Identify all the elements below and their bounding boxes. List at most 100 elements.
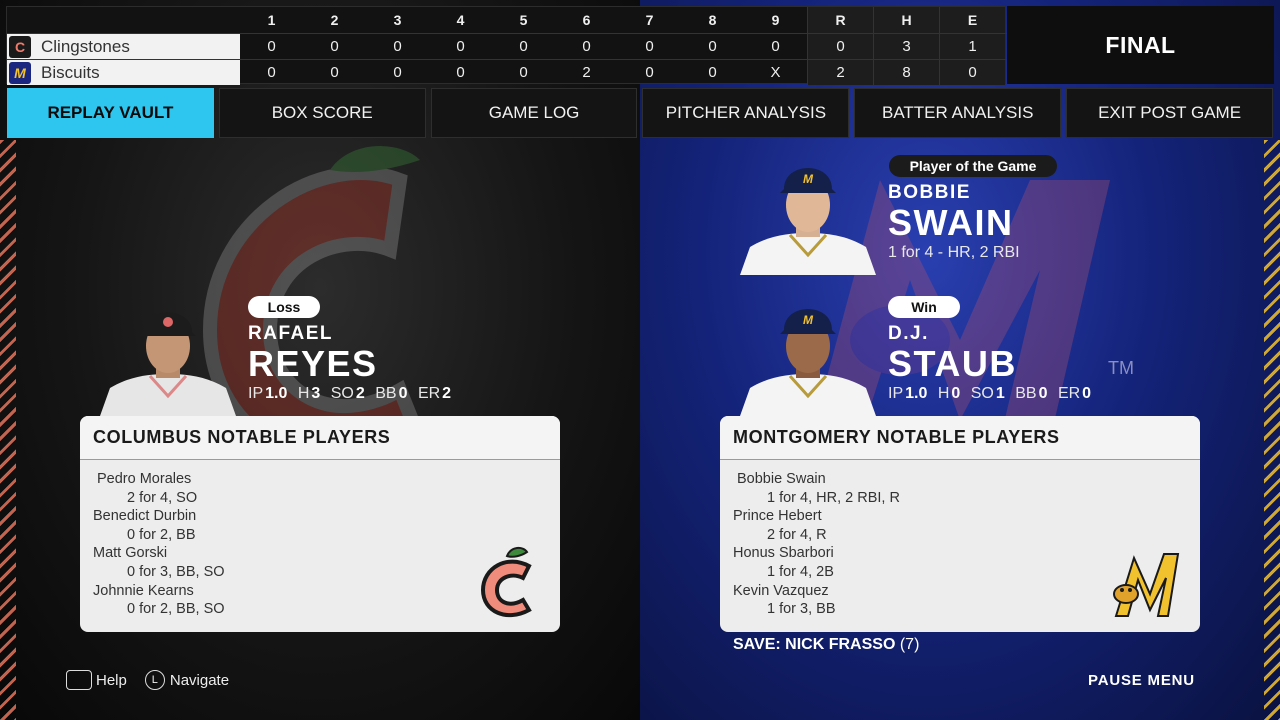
navigate-hint[interactable]: Navigate: [170, 672, 229, 689]
clingstones-logo-icon: C: [9, 35, 31, 58]
inning-score: 0: [771, 38, 780, 55]
stat-value: 3: [311, 385, 321, 402]
errors-header: E: [939, 7, 1005, 33]
losing-pitcher-stats: IP 1.0 H3 SO 2 BB 0 ER 2: [248, 385, 457, 403]
svg-text:M: M: [803, 313, 814, 327]
player-name: Pedro Morales: [97, 471, 192, 487]
tab-game-log[interactable]: GAME LOG: [430, 88, 638, 138]
losing-pitcher-first-name: RAFAEL: [248, 323, 333, 344]
losing-pitcher-last-name: REYES: [248, 343, 378, 384]
post-game-tabs: REPLAY VAULT BOX SCORE GAME LOG PITCHER …: [7, 88, 1273, 138]
biscuits-m-logo: [1113, 553, 1180, 617]
stat-value: 2: [442, 385, 452, 402]
inning-score: 0: [645, 38, 654, 55]
tab-replay-vault[interactable]: REPLAY VAULT: [7, 88, 214, 138]
biscuits-logo-icon: M: [9, 61, 31, 84]
svg-text:M: M: [803, 172, 814, 186]
stat-label: BB: [1015, 385, 1037, 402]
stat-value: 0: [951, 385, 961, 402]
runs-total: 2: [807, 60, 873, 85]
hits-total: 8: [873, 60, 939, 85]
save-label: SAVE: NICK FRASSO: [733, 636, 896, 653]
inning-header: 9: [771, 12, 780, 28]
errors-total: 0: [939, 60, 1005, 85]
stat-label: IP: [888, 385, 904, 402]
stat-label: IP: [248, 385, 264, 402]
stat-label: ER: [1057, 385, 1081, 402]
stat-label: H: [937, 385, 950, 402]
clingstones-peach-logo: [480, 546, 532, 618]
runs-total: 0: [807, 34, 873, 59]
help-hint[interactable]: Help: [96, 672, 127, 689]
inning-score: 0: [393, 38, 402, 55]
right-stripe-decoration: [1264, 140, 1280, 720]
inning-score: 0: [456, 64, 465, 81]
inning-score: 0: [330, 64, 339, 81]
inning-score: 0: [330, 38, 339, 55]
linescore-table: 1 2 3 4 5 6 7 8 9 R H E C Clingstones 0 …: [6, 6, 1007, 85]
inning-score: 0: [645, 64, 654, 81]
inning-header: 6: [582, 12, 591, 28]
player-name: Benedict Durbin: [93, 508, 197, 525]
inning-score: 0: [582, 38, 591, 55]
stat-label: SO: [330, 385, 354, 402]
errors-total: 1: [939, 34, 1005, 59]
trademark-mark: TM: [1108, 358, 1134, 378]
away-team-row: C Clingstones 0 0 0 0 0 0 0 0 0 0 3 1: [7, 33, 1007, 59]
potg-last-name: SWAIN: [888, 202, 1014, 243]
tab-batter-analysis[interactable]: BATTER ANALYSIS: [854, 88, 1062, 138]
tab-box-score[interactable]: BOX SCORE: [218, 88, 426, 138]
inning-score: 0: [519, 64, 528, 81]
winning-pitcher-first-name: D.J.: [888, 323, 929, 344]
save-count: (7): [899, 636, 920, 653]
inning-score: 0: [267, 64, 276, 81]
columbus-notable-players-panel: COLUMBUS NOTABLE PLAYERS Pedro Morales 2…: [80, 416, 560, 632]
potg-first-name: BOBBIE: [888, 182, 971, 203]
inning-header: 8: [708, 12, 717, 28]
player-line: 0 for 2, BB: [127, 526, 196, 543]
potg-stat-line: 1 for 4 - HR, 2 RBI: [888, 244, 1020, 261]
tab-pitcher-analysis[interactable]: PITCHER ANALYSIS: [642, 88, 850, 138]
tab-exit-post-game[interactable]: EXIT POST GAME: [1066, 88, 1273, 138]
inning-score: 0: [456, 38, 465, 55]
stat-value: 1: [995, 385, 1005, 402]
panel-title: COLUMBUS NOTABLE PLAYERS: [80, 416, 560, 460]
montgomery-notable-players-panel: MONTGOMERY NOTABLE PLAYERS Bobbie Swain …: [720, 416, 1200, 632]
winning-pitcher-last-name: STAUB: [888, 343, 1017, 384]
winning-pitcher-portrait: M: [740, 309, 876, 416]
stat-label: ER: [417, 385, 441, 402]
stat-value: 0: [1082, 385, 1092, 402]
stat-value: 1.0: [265, 385, 288, 402]
stat-value: 0: [398, 385, 408, 402]
player-of-the-game-badge: Player of the Game: [889, 155, 1057, 177]
stat-value: 2: [355, 385, 365, 402]
left-stick-icon: L: [144, 670, 165, 690]
save-note: SAVE: NICK FRASSO (7): [733, 636, 919, 654]
left-stripe-decoration: [0, 140, 16, 720]
touchpad-button-icon: [66, 670, 92, 690]
stat-label: BB: [375, 385, 397, 402]
pause-menu-button[interactable]: PAUSE MENU: [1088, 672, 1195, 689]
inning-score: 0: [267, 38, 276, 55]
stat-value: 1.0: [905, 385, 928, 402]
player-name: Prince Hebert: [733, 508, 822, 525]
losing-pitcher-portrait: [100, 312, 236, 416]
player-of-the-game-portrait: M: [740, 168, 876, 275]
team-name: Biscuits: [41, 62, 100, 82]
controller-hints: Help L Navigate: [66, 670, 229, 690]
hits-total: 3: [873, 34, 939, 59]
inning-header: 3: [393, 12, 402, 28]
inning-score: 0: [708, 38, 717, 55]
player-name: Bobbie Swain: [737, 471, 826, 487]
stat-value: 0: [1038, 385, 1048, 402]
panel-title: MONTGOMERY NOTABLE PLAYERS: [720, 416, 1200, 460]
team-name: Clingstones: [41, 36, 130, 56]
game-status: FINAL: [1007, 6, 1274, 84]
stat-label: SO: [970, 385, 994, 402]
inning-score: X: [770, 64, 781, 81]
winning-pitcher-stats: IP 1.0 H0 SO 1 BB 0 ER 0: [888, 385, 1097, 403]
inning-header: 4: [456, 12, 465, 28]
player-line: 2 for 4, SO: [127, 489, 198, 506]
loss-badge: Loss: [248, 296, 320, 318]
inning-header: 1: [267, 12, 276, 28]
